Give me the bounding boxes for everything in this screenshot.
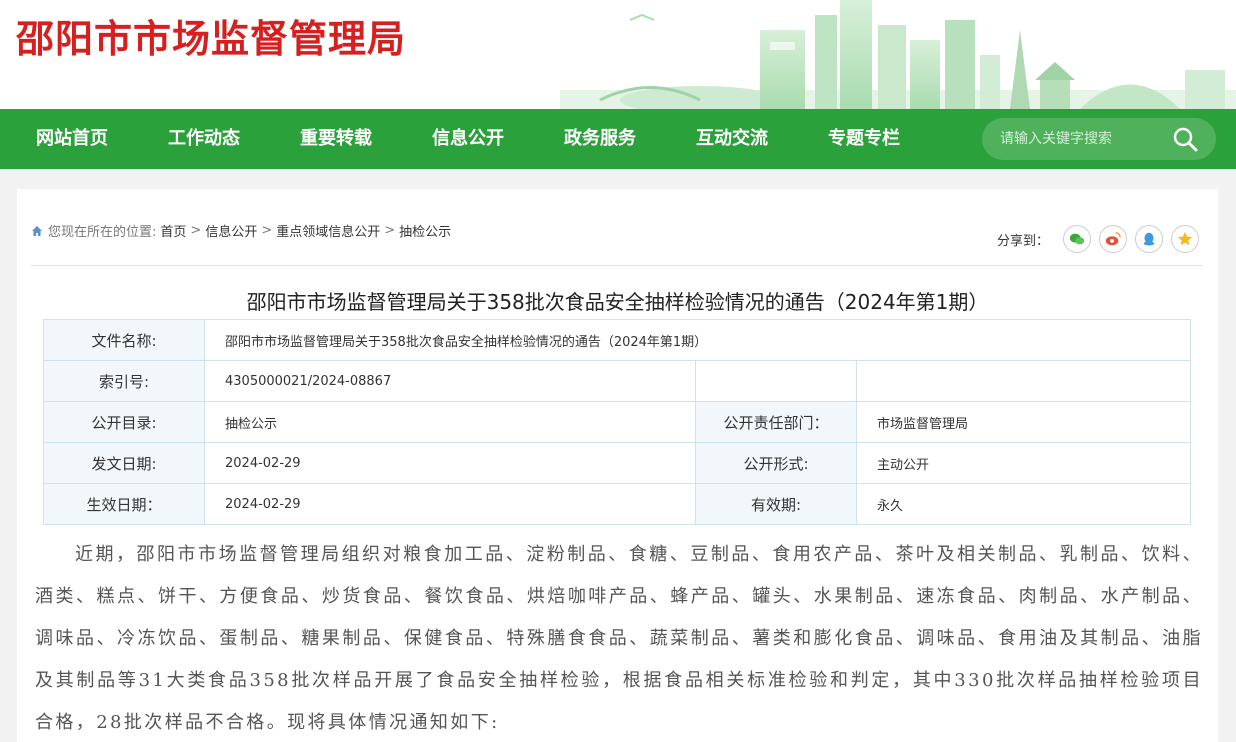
validity-value: 永久 [856, 483, 1191, 525]
qzone-icon[interactable] [1171, 225, 1200, 253]
effective-date-label: 生效日期： [43, 483, 205, 525]
nav-item-interaction[interactable]: 互动交流 [696, 109, 768, 169]
validity-label: 有效期: [695, 483, 857, 525]
breadcrumb-item-inspection[interactable]: 抽检公示 [399, 221, 451, 240]
empty-cell [856, 360, 1191, 402]
table-row: 文件名称: 邵阳市市场监督管理局关于358批次食品安全抽样检验情况的通告（202… [43, 319, 1191, 361]
breadcrumb-prefix: 您现在所在的位置: [48, 225, 157, 240]
nav-item-special-topics[interactable]: 专题专栏 [828, 109, 900, 169]
content-panel: 您现在所在的位置: 首页 > 信息公开 > 重点领域信息公开 > 抽检公示 分享… [17, 189, 1218, 742]
nav-item-info-disclosure[interactable]: 信息公开 [432, 109, 504, 169]
breadcrumb-item-home[interactable]: 首页 [160, 221, 186, 240]
search-input[interactable] [1000, 127, 1160, 151]
issue-date-label: 发文日期: [43, 442, 205, 484]
breadcrumb-separator: > [261, 223, 273, 238]
issue-date-value: 2024-02-29 [204, 442, 696, 484]
nav-item-reprints[interactable]: 重要转载 [300, 109, 372, 169]
dept-value: 市场监督管理局 [856, 401, 1191, 443]
qq-icon[interactable] [1135, 225, 1164, 253]
breadcrumb-separator: > [190, 223, 202, 238]
wechat-icon[interactable] [1063, 225, 1092, 253]
effective-date-value: 2024-02-29 [204, 483, 696, 525]
breadcrumb-separator: > [384, 223, 396, 238]
empty-cell [695, 360, 857, 402]
meta-table: 文件名称: 邵阳市市场监督管理局关于358批次食品安全抽样检验情况的通告（202… [43, 319, 1191, 525]
index-label: 索引号: [43, 360, 205, 402]
share-label: 分享到： [997, 233, 1050, 249]
breadcrumb-item-info-disclosure[interactable]: 信息公开 [205, 221, 257, 240]
breadcrumb: 您现在所在的位置: 首页 > 信息公开 > 重点领域信息公开 > 抽检公示 [31, 221, 451, 240]
form-label: 公开形式: [695, 442, 857, 484]
form-value: 主动公开 [856, 442, 1191, 484]
table-row: 索引号: 4305000021/2024-08867 [43, 360, 1191, 402]
nav-item-home[interactable]: 网站首页 [36, 109, 108, 169]
table-row: 公开目录: 抽检公示 公开责任部门： 市场监督管理局 [43, 401, 1191, 443]
file-name-label: 文件名称: [43, 319, 205, 361]
table-row: 生效日期： 2024-02-29 有效期: 永久 [43, 483, 1191, 525]
catalog-value: 抽检公示 [204, 401, 696, 443]
site-title[interactable]: 邵阳市市场监督管理局 [16, 8, 406, 63]
weibo-icon[interactable] [1099, 225, 1128, 253]
home-icon [32, 225, 42, 236]
divider [31, 265, 1203, 266]
city-skyline-banner [560, 0, 1236, 109]
search-box [982, 118, 1216, 160]
table-row: 发文日期: 2024-02-29 公开形式: 主动公开 [43, 442, 1191, 484]
file-name-value: 邵阳市市场监督管理局关于358批次食品安全抽样检验情况的通告（2024年第1期） [204, 319, 1191, 361]
catalog-label: 公开目录: [43, 401, 205, 443]
index-value: 4305000021/2024-08867 [204, 360, 696, 402]
share-bar: 分享到： [997, 225, 1207, 253]
breadcrumb-item-key-areas[interactable]: 重点领域信息公开 [276, 221, 380, 240]
nav-item-gov-services[interactable]: 政务服务 [564, 109, 636, 169]
main-nav: 网站首页 工作动态 重要转载 信息公开 政务服务 互动交流 专题专栏 [0, 109, 1236, 169]
article-body: 近期，邵阳市市场监督管理局组织对粮食加工品、淀粉制品、食糖、豆制品、食用农产品、… [35, 544, 1203, 733]
article-title: 邵阳市市场监督管理局关于358批次食品安全抽样检验情况的通告（2024年第1期） [246, 290, 989, 314]
site-header: 邵阳市市场监督管理局 [0, 0, 1236, 109]
search-icon[interactable] [1172, 126, 1198, 152]
nav-item-work-news[interactable]: 工作动态 [168, 109, 240, 169]
dept-label: 公开责任部门： [695, 401, 857, 443]
